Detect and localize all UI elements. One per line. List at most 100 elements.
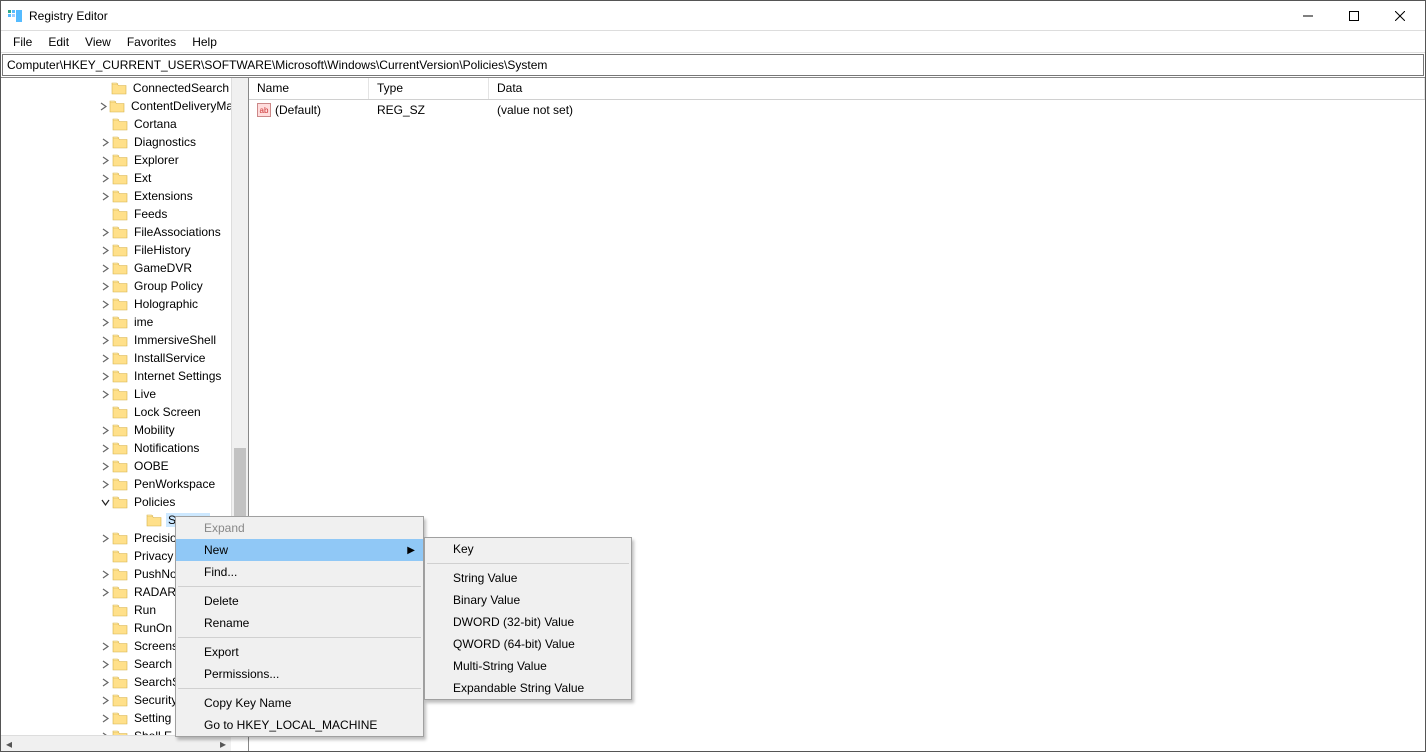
chevron-right-icon[interactable] (99, 424, 111, 436)
expand-placeholder (133, 514, 145, 526)
hscroll-left-icon[interactable]: ◂ (1, 736, 17, 752)
hscroll-right-icon[interactable]: ▸ (215, 736, 231, 752)
tree-node[interactable]: Explorer (1, 151, 231, 169)
title-bar[interactable]: Registry Editor (1, 1, 1425, 31)
chevron-right-icon[interactable] (99, 244, 111, 256)
chevron-right-icon[interactable] (99, 136, 111, 148)
chevron-right-icon[interactable] (99, 478, 111, 490)
chevron-right-icon[interactable] (99, 694, 111, 706)
tree-node[interactable]: GameDVR (1, 259, 231, 277)
chevron-right-icon[interactable] (99, 712, 111, 724)
tree-node[interactable]: Ext (1, 169, 231, 187)
folder-icon (112, 675, 128, 689)
chevron-right-icon[interactable] (99, 586, 111, 598)
ctx-item[interactable]: String Value (425, 567, 631, 589)
tree-node[interactable]: OOBE (1, 457, 231, 475)
chevron-right-icon[interactable] (99, 298, 111, 310)
tree-node-label: Ext (132, 171, 153, 185)
chevron-right-icon[interactable] (99, 658, 111, 670)
ctx-item[interactable]: Export (176, 641, 423, 663)
chevron-right-icon[interactable] (99, 352, 111, 364)
context-menu[interactable]: ExpandNew▶Find...DeleteRenameExportPermi… (175, 516, 424, 737)
tree-node[interactable]: Notifications (1, 439, 231, 457)
ctx-item[interactable]: Copy Key Name (176, 692, 423, 714)
tree-node[interactable]: Policies (1, 493, 231, 511)
chevron-right-icon[interactable] (99, 370, 111, 382)
menu-favorites[interactable]: Favorites (119, 33, 184, 51)
tree-node[interactable]: FileHistory (1, 241, 231, 259)
minimize-button[interactable] (1285, 1, 1331, 30)
menu-help[interactable]: Help (184, 33, 225, 51)
column-data[interactable]: Data (489, 78, 1425, 99)
folder-icon (112, 171, 128, 185)
tree-node[interactable]: Cortana (1, 115, 231, 133)
tree-node[interactable]: Internet Settings (1, 367, 231, 385)
ctx-item-label: Permissions... (204, 667, 279, 681)
ctx-item[interactable]: Find... (176, 561, 423, 583)
tree-node[interactable]: Feeds (1, 205, 231, 223)
ctx-item[interactable]: Multi-String Value (425, 655, 631, 677)
menu-file[interactable]: File (5, 33, 40, 51)
ctx-item[interactable]: Delete (176, 590, 423, 612)
chevron-right-icon[interactable] (99, 316, 111, 328)
ctx-item[interactable]: Binary Value (425, 589, 631, 611)
folder-icon (112, 603, 128, 617)
chevron-right-icon[interactable] (99, 262, 111, 274)
chevron-right-icon[interactable] (99, 640, 111, 652)
folder-icon (112, 135, 128, 149)
chevron-right-icon[interactable] (99, 226, 111, 238)
chevron-right-icon[interactable] (99, 442, 111, 454)
menu-edit[interactable]: Edit (40, 33, 77, 51)
ctx-item[interactable]: New▶ (176, 539, 423, 561)
tree-node[interactable]: Extensions (1, 187, 231, 205)
ctx-item[interactable]: Rename (176, 612, 423, 634)
chevron-down-icon[interactable] (99, 496, 111, 508)
chevron-right-icon[interactable] (99, 100, 108, 112)
folder-icon (112, 315, 128, 329)
tree-node[interactable]: ImmersiveShell (1, 331, 231, 349)
chevron-right-icon[interactable] (99, 532, 111, 544)
tree-node[interactable]: Group Policy (1, 277, 231, 295)
close-button[interactable] (1377, 1, 1423, 30)
tree-node-label: Explorer (132, 153, 181, 167)
tree-node[interactable]: FileAssociations (1, 223, 231, 241)
tree-node[interactable]: Mobility (1, 421, 231, 439)
chevron-right-icon[interactable] (99, 334, 111, 346)
maximize-button[interactable] (1331, 1, 1377, 30)
ctx-item[interactable]: Expandable String Value (425, 677, 631, 699)
tree-node-label: FileHistory (132, 243, 193, 257)
tree-node[interactable]: Lock Screen (1, 403, 231, 421)
chevron-right-icon[interactable] (99, 190, 111, 202)
tree-node[interactable]: PenWorkspace (1, 475, 231, 493)
chevron-right-icon[interactable] (99, 676, 111, 688)
folder-icon (112, 585, 128, 599)
chevron-right-icon[interactable] (99, 568, 111, 580)
tree-node[interactable]: Holographic (1, 295, 231, 313)
tree-hscrollbar[interactable]: ◂ ▸ (1, 735, 231, 751)
tree-node-label: Internet Settings (132, 369, 223, 383)
ctx-item[interactable]: QWORD (64-bit) Value (425, 633, 631, 655)
tree-node[interactable]: Diagnostics (1, 133, 231, 151)
chevron-right-icon[interactable] (99, 154, 111, 166)
tree-node[interactable]: Live (1, 385, 231, 403)
menu-view[interactable]: View (77, 33, 119, 51)
tree-node[interactable]: ime (1, 313, 231, 331)
tree-node[interactable]: ConnectedSearch (1, 79, 231, 97)
folder-icon (112, 153, 128, 167)
chevron-right-icon[interactable] (99, 460, 111, 472)
chevron-right-icon[interactable] (99, 388, 111, 400)
address-bar[interactable]: Computer\HKEY_CURRENT_USER\SOFTWARE\Micr… (2, 54, 1424, 76)
tree-node[interactable]: InstallService (1, 349, 231, 367)
ctx-item[interactable]: DWORD (32-bit) Value (425, 611, 631, 633)
menu-separator (178, 637, 421, 638)
chevron-right-icon[interactable] (99, 280, 111, 292)
ctx-item[interactable]: Go to HKEY_LOCAL_MACHINE (176, 714, 423, 736)
column-name[interactable]: Name (249, 78, 369, 99)
chevron-right-icon[interactable] (99, 172, 111, 184)
context-submenu-new[interactable]: Key String ValueBinary ValueDWORD (32-bit… (424, 537, 632, 700)
ctx-item[interactable]: Permissions... (176, 663, 423, 685)
column-type[interactable]: Type (369, 78, 489, 99)
ctx-item[interactable]: Key (425, 538, 631, 560)
value-row[interactable]: ab (Default) REG_SZ (value not set) (249, 100, 1425, 120)
tree-node[interactable]: ContentDeliveryMa (1, 97, 231, 115)
